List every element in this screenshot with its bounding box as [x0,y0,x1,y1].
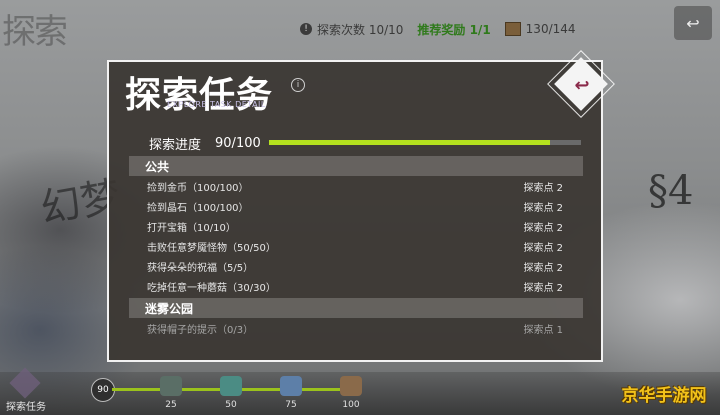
milestone-reward-icon[interactable] [220,376,242,396]
section-header: 迷雾公园 [129,298,583,318]
explore-count: ! 探索次数 10/10 [300,21,403,38]
explore-task-modal: 探索任务 EXPLORE TASK DETAIL i ↩ 探索进度 90/100… [107,50,615,362]
box-count: 130/144 [504,22,576,36]
milestone-reward-icon[interactable] [160,376,182,396]
task-reward: 探索点 2 [523,222,563,234]
milestone-value: 50 [225,400,237,410]
background-calligraphy: 探索 [2,12,68,52]
info-icon[interactable]: i [291,78,305,92]
bottom-task-label[interactable]: 探索任务 [6,398,46,413]
milestone-reward-icon[interactable] [280,376,302,396]
task-list[interactable]: 公共 捡到金币（100/100） 探索点 2 捡到晶石（100/100） 探索点 2 打开… [129,156,583,346]
return-arrow-icon: ↩ [574,74,590,96]
task-name: 捡到晶石（100/100） [147,202,249,214]
task-reward: 探索点 2 [523,182,563,194]
recommend-reward[interactable]: 推荐奖励 1/1 [417,21,490,38]
modal-title: 探索任务 [125,75,274,116]
task-name: 捡到金币（100/100） [147,182,249,194]
task-reward: 探索点 2 [523,262,563,274]
milestone-reward-icon[interactable] [340,376,362,396]
explore-progress: 探索进度 90/100 [149,134,261,153]
watermark-logo: 京华手游网 [621,386,707,406]
section-header: 公共 [129,156,583,176]
milestone-value: 25 [165,400,177,410]
back-arrow-icon: ↩ [686,13,700,33]
top-back-button[interactable]: ↩ [674,6,712,40]
task-row: 打开宝箱（10/10） 探索点 2 [129,216,583,236]
modal-close-button[interactable]: ↩ [547,50,615,118]
task-row: 获得朵朵的祝福（5/5） 探索点 2 [129,256,583,276]
task-row: 击败任意梦魇怪物（50/50） 探索点 2 [129,236,583,256]
task-name: 吃掉任意一种蘑菇（30/30） [147,282,276,294]
milestone-value: 100 [342,400,360,410]
task-row: 捡到晶石（100/100） 探索点 2 [129,196,583,216]
task-reward: 探索点 2 [523,202,563,214]
task-reward: 探索点 1 [523,324,563,336]
explore-icon: ! [300,23,312,35]
explore-count-label: 探索次数 10/10 [317,22,404,37]
task-reward: 探索点 2 [523,282,563,294]
task-name: 获得朵朵的祝福（5/5） [147,262,254,274]
progress-bar-fill [269,140,550,145]
task-row: 捡到金币（100/100） 探索点 2 [129,176,583,196]
modal-subtitle: EXPLORE TASK DETAIL [167,100,266,109]
task-name: 击败任意梦魇怪物（50/50） [147,242,276,254]
box-count-label: 130/144 [525,22,576,36]
task-name: 打开宝箱（10/10） [147,222,236,234]
task-row: 获得帽子的提示（0/3） 探索点 1 [129,318,583,338]
recommend-reward-label: 推荐奖励 1/1 [417,22,491,37]
task-name: 获得帽子的提示（0/3） [147,324,254,336]
progress-bar [269,140,581,145]
treasure-box-icon [504,22,521,36]
task-reward: 探索点 2 [523,242,563,254]
task-row: 吃掉任意一种蘑菇（30/30） 探索点 2 [129,276,583,296]
background-section-mark: §4 [648,168,694,214]
milestone-value: 75 [285,400,297,410]
progress-label: 探索进度 [149,138,202,153]
progress-value: 90/100 [215,136,261,151]
top-hud: ! 探索次数 10/10 推荐奖励 1/1 130/144 [300,16,576,42]
